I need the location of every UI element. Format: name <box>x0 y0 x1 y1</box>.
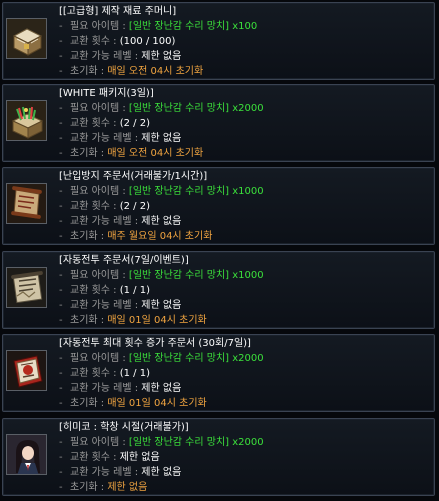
required-item-value: [일반 장난감 수리 망치] x1000 <box>128 270 264 281</box>
exchange-count-value: (1 / 1) <box>119 285 150 296</box>
exchange-item[interactable]: 1 [WHITE 패키지(3일)] -필요 아이템 : [일반 장난감 수리 망… <box>2 84 435 162</box>
exchange-count-value: 제한 없음 <box>119 452 160 463</box>
scroll-icon <box>7 184 46 223</box>
item-slot[interactable]: 1 <box>6 183 47 224</box>
level-label: 교환 가능 레벨 <box>70 467 132 478</box>
level-label: 교환 가능 레벨 <box>70 51 132 62</box>
reset-value: 매일 01일 04시 초기화 <box>107 398 207 409</box>
reset-value: 매일 오전 04시 초기화 <box>107 66 204 77</box>
reset-value: 매일 01일 04시 초기화 <box>107 315 207 326</box>
required-item-value: [일반 장난감 수리 망치] x1000 <box>128 186 264 197</box>
level-label: 교환 가능 레벨 <box>70 300 132 311</box>
exchange-count-label: 교환 횟수 <box>70 285 110 296</box>
exchange-item-list: 1 [[고급형] 제작 재료 주머니] -필요 아이템 : [일반 장난감 수리… <box>0 0 439 501</box>
level-value: 제한 없음 <box>141 383 182 394</box>
level-value: 제한 없음 <box>141 467 182 478</box>
exchange-item[interactable]: 1 [자동전투 최대 횟수 증가 주문서 (30회/7일)] -필요 아이템 :… <box>2 334 435 412</box>
reset-label: 초기화 <box>70 482 98 493</box>
item-slot[interactable]: 1 <box>6 18 47 59</box>
level-label: 교환 가능 레벨 <box>70 133 132 144</box>
reset-label: 초기화 <box>70 398 98 409</box>
reset-value: 매주 월요일 04시 초기화 <box>107 231 213 242</box>
item-title: [자동전투 최대 횟수 증가 주문서 (30회/7일)] <box>59 338 251 349</box>
exchange-item[interactable]: 1 [[고급형] 제작 재료 주머니] -필요 아이템 : [일반 장난감 수리… <box>2 2 435 80</box>
package-icon <box>7 101 46 140</box>
reset-label: 초기화 <box>70 66 98 77</box>
exchange-item[interactable]: 1 [난입방지 주문서(거래불가/1시간)] -필요 아이템 : [일반 장난감… <box>2 167 435 245</box>
required-item-label: 필요 아이템 <box>70 270 120 281</box>
item-title: [히미코 : 학창 시절(거래불가)] <box>59 422 189 433</box>
reset-label: 초기화 <box>70 148 98 159</box>
required-item-value: [일반 장난감 수리 망치] x2000 <box>128 353 264 364</box>
level-value: 제한 없음 <box>141 51 182 62</box>
exchange-count-label: 교환 횟수 <box>70 452 110 463</box>
item-title: [[고급형] 제작 재료 주머니] <box>59 6 177 17</box>
scroll-icon <box>7 268 46 307</box>
level-value: 제한 없음 <box>141 133 182 144</box>
chest-icon <box>7 19 46 58</box>
reset-value: 제한 없음 <box>107 482 148 493</box>
level-label: 교환 가능 레벨 <box>70 216 132 227</box>
exchange-count-value: (2 / 2) <box>119 201 150 212</box>
exchange-count-label: 교환 횟수 <box>70 201 110 212</box>
level-label: 교환 가능 레벨 <box>70 383 132 394</box>
required-item-value: [일반 장난감 수리 망치] x2000 <box>128 103 264 114</box>
item-title: [자동전투 주문서(7일/이벤트)] <box>59 255 189 266</box>
item-slot[interactable]: 1 <box>6 434 47 475</box>
item-slot[interactable]: 1 <box>6 267 47 308</box>
exchange-count-label: 교환 횟수 <box>70 368 110 379</box>
required-item-label: 필요 아이템 <box>70 353 120 364</box>
required-item-value: [일반 장난감 수리 망치] x2000 <box>128 437 264 448</box>
exchange-count-label: 교환 횟수 <box>70 118 110 129</box>
exchange-count-label: 교환 횟수 <box>70 36 110 47</box>
required-item-label: 필요 아이템 <box>70 21 120 32</box>
item-slot[interactable]: 1 <box>6 350 47 391</box>
character-portrait-icon <box>7 435 46 474</box>
book-icon <box>7 351 46 390</box>
required-item-label: 필요 아이템 <box>70 186 120 197</box>
level-value: 제한 없음 <box>141 300 182 311</box>
required-item-label: 필요 아이템 <box>70 103 120 114</box>
required-item-value: [일반 장난감 수리 망치] x100 <box>128 21 258 32</box>
reset-label: 초기화 <box>70 315 98 326</box>
reset-label: 초기화 <box>70 231 98 242</box>
exchange-count-value: (100 / 100) <box>119 36 176 47</box>
item-title: [난입방지 주문서(거래불가/1시간)] <box>59 171 208 182</box>
exchange-count-value: (1 / 1) <box>119 368 150 379</box>
item-title: [WHITE 패키지(3일)] <box>59 88 154 99</box>
required-item-label: 필요 아이템 <box>70 437 120 448</box>
exchange-item[interactable]: 1 [히미코 : 학창 시절(거래불가)] -필요 아이템 : [일반 장난감 … <box>2 418 435 496</box>
level-value: 제한 없음 <box>141 216 182 227</box>
item-slot[interactable]: 1 <box>6 100 47 141</box>
reset-value: 매일 오전 04시 초기화 <box>107 148 204 159</box>
exchange-count-value: (2 / 2) <box>119 118 150 129</box>
exchange-item[interactable]: 1 [자동전투 주문서(7일/이벤트)] -필요 아이템 : [일반 장난감 수… <box>2 251 435 329</box>
